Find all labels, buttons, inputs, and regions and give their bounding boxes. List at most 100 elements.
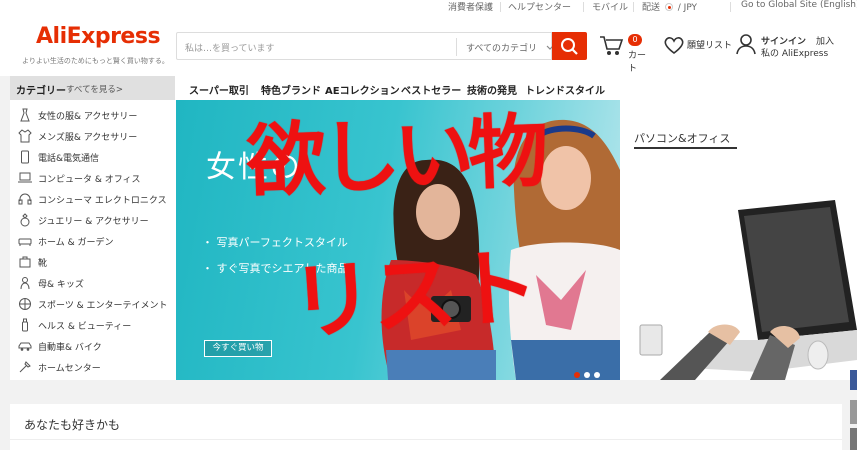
banner-feature-2-text: すぐ写真でシエアした商品 xyxy=(216,262,349,275)
nav-item-bestsellers[interactable]: ベストセラー xyxy=(401,82,461,97)
ring-icon xyxy=(20,213,30,227)
top-utility-bar: 消費者保護 ヘルプセンター モバイル 配送 / JPY Go to Global… xyxy=(0,0,857,14)
search-bar[interactable]: 私は…を買っています すべてのカテゴリ xyxy=(176,32,554,60)
buyer-protection-link[interactable]: 消費者保護 xyxy=(448,0,493,13)
sidebar-item-label: 自動車& バイク xyxy=(38,343,102,353)
sidebar-item-sports[interactable]: スポーツ & エンターテイメント xyxy=(10,294,176,314)
sidebar-item-women[interactable]: 女性の服& アクセサリー xyxy=(10,105,176,125)
sidebar-item-label: ホーム & ガーデン xyxy=(38,238,114,248)
divider xyxy=(10,439,842,440)
nav-item-ae-collection[interactable]: AEコレクション xyxy=(325,82,400,97)
carousel-dots xyxy=(574,363,604,380)
cart-count-badge: 0 xyxy=(628,34,642,46)
divider xyxy=(730,2,731,12)
sidebar-item-label: ジュエリー & アクセサリー xyxy=(38,217,149,227)
banner-title: 女性の xyxy=(206,150,302,185)
category-title: カテゴリー xyxy=(16,86,66,97)
sidebar-item-label: 靴 xyxy=(38,259,48,269)
carousel-dot[interactable] xyxy=(574,372,580,378)
sidebar-item-jewelry[interactable]: ジュエリー & アクセサリー xyxy=(10,210,176,230)
search-category-label: すべてのカテゴリ xyxy=(466,44,538,54)
phone-icon xyxy=(21,150,29,164)
tools-icon xyxy=(19,361,31,373)
nav-item-trend-style[interactable]: トレンドスタイル xyxy=(525,82,605,97)
carousel-dot[interactable] xyxy=(594,372,600,378)
laptop-icon xyxy=(18,172,32,183)
section-title: あなたも好きかも xyxy=(24,418,121,432)
nav-item-super-deals[interactable]: スーパー取引 xyxy=(189,82,249,97)
mobile-link[interactable]: モバイル xyxy=(592,0,628,13)
heart-icon xyxy=(664,37,684,55)
banner-feature-1-text: 写真パーフェクトスタイル xyxy=(216,236,348,249)
sidebar-item-tools[interactable]: ホームセンター xyxy=(10,357,176,377)
main-nav: スーパー取引 特色ブランド AEコレクション ベストセラー 技術の発見 トレンド… xyxy=(175,76,857,100)
bottle-icon xyxy=(22,318,28,332)
ball-icon xyxy=(19,298,31,310)
nav-item-featured-brands[interactable]: 特色ブランド xyxy=(261,82,321,97)
sidebar-item-men[interactable]: メンズ服& アクセサリー xyxy=(10,126,176,146)
banner-feature-1: ・ 写真パーフェクトスタイル xyxy=(202,236,348,249)
sidebar-item-home[interactable]: ホーム & ガーデン xyxy=(10,231,176,251)
cart-button[interactable]: 0 カート xyxy=(598,34,654,74)
sidebar-item-electronics[interactable]: コンシューマ エレクトロニクス xyxy=(10,189,176,209)
my-aliexpress-link[interactable]: 私の AliExpress xyxy=(761,46,828,59)
ship-to-label: 配送 xyxy=(642,3,661,13)
wishlist-label: 願望リスト xyxy=(687,41,733,51)
tagline: よりよい生活のためにもっと賢く買い物する。 xyxy=(22,57,169,65)
shop-now-button[interactable]: 今すぐ買い物 xyxy=(204,340,272,357)
sidebar-item-label: コンピュータ & オフィス xyxy=(38,175,141,185)
sidebar-item-computers[interactable]: コンピュータ & オフィス xyxy=(10,168,176,188)
account-menu[interactable]: サインイン 加入 私の AliExpress xyxy=(735,32,834,60)
sidebar-item-kids[interactable]: 母& キッズ xyxy=(10,273,176,293)
sidebar-item-label: コンシューマ エレクトロニクス xyxy=(38,196,167,206)
category-header: カテゴリー すべてを見る> xyxy=(10,76,175,100)
search-category-select[interactable]: すべてのカテゴリ xyxy=(466,41,554,54)
search-icon xyxy=(561,38,578,55)
sidebar-item-automotive[interactable]: 自動車& バイク xyxy=(10,336,176,356)
you-may-like-section: あなたも好きかも xyxy=(10,404,842,450)
sidebar-item-label: メンズ服& アクセサリー xyxy=(38,133,138,143)
user-icon xyxy=(736,34,756,55)
ship-to-selector[interactable]: 配送 / JPY xyxy=(642,0,697,13)
carousel-dot[interactable] xyxy=(584,372,590,378)
wishlist-button[interactable]: 願望リスト xyxy=(663,34,732,60)
baby-icon xyxy=(20,277,30,290)
aliexpress-logo[interactable]: AliExpress xyxy=(36,24,161,49)
sidebar-item-health[interactable]: ヘルス & ビューティー xyxy=(10,315,176,335)
japan-flag-icon xyxy=(664,3,673,11)
help-center-link[interactable]: ヘルプセンター xyxy=(508,0,571,13)
shirt-icon xyxy=(18,129,32,143)
search-input[interactable]: 私は…を買っています xyxy=(185,41,275,54)
divider xyxy=(583,2,584,12)
sidebar-item-label: ホームセンター xyxy=(38,364,101,374)
hero-banner[interactable]: 女性の ・ 写真パーフェクトスタイル ・ すぐ写真でシエアした商品 今すぐ買い物 xyxy=(176,100,620,380)
search-button[interactable] xyxy=(552,32,587,60)
facebook-icon[interactable] xyxy=(850,370,857,390)
car-icon xyxy=(18,342,32,351)
see-all-link[interactable]: すべてを見る> xyxy=(66,83,123,95)
global-site-link[interactable]: Go to Global Site (English) xyxy=(741,0,857,10)
side-tool-icon[interactable] xyxy=(850,400,857,424)
sidebar-item-label: 電話&電気通信 xyxy=(38,154,100,164)
sidebar-item-shoes[interactable]: 靴 xyxy=(10,252,176,272)
cart-label: カート xyxy=(628,51,647,74)
divider xyxy=(500,2,501,12)
sidebar-item-label: 女性の服& アクセサリー xyxy=(38,112,138,122)
sidebar-item-label: ヘルス & ビューティー xyxy=(38,322,132,332)
search-divider xyxy=(456,38,457,56)
laptop-promo-image xyxy=(639,200,857,380)
sofa-icon xyxy=(18,238,32,246)
nav-item-tech-discovery[interactable]: 技術の発見 xyxy=(467,82,517,97)
sidebar-item-phones[interactable]: 電話&電気通信 xyxy=(10,147,176,167)
banner-feature-2: ・ すぐ写真でシエアした商品 xyxy=(202,262,349,275)
bag-icon xyxy=(19,256,31,268)
category-sidebar: 女性の服& アクセサリー メンズ服& アクセサリー 電話&電気通信 コンピュータ… xyxy=(10,100,176,380)
sidebar-item-label: 母& キッズ xyxy=(38,280,84,290)
headphones-icon xyxy=(18,193,32,205)
dress-icon xyxy=(20,108,30,122)
promo-panel-computers[interactable]: パソコン&オフィス xyxy=(620,100,857,380)
site-header: AliExpress よりよい生活のためにもっと賢く買い物する。 私は…を買って… xyxy=(0,14,857,76)
side-tool-icon[interactable] xyxy=(850,428,857,450)
sidebar-item-label: スポーツ & エンターテイメント xyxy=(38,301,168,311)
divider xyxy=(633,2,634,12)
